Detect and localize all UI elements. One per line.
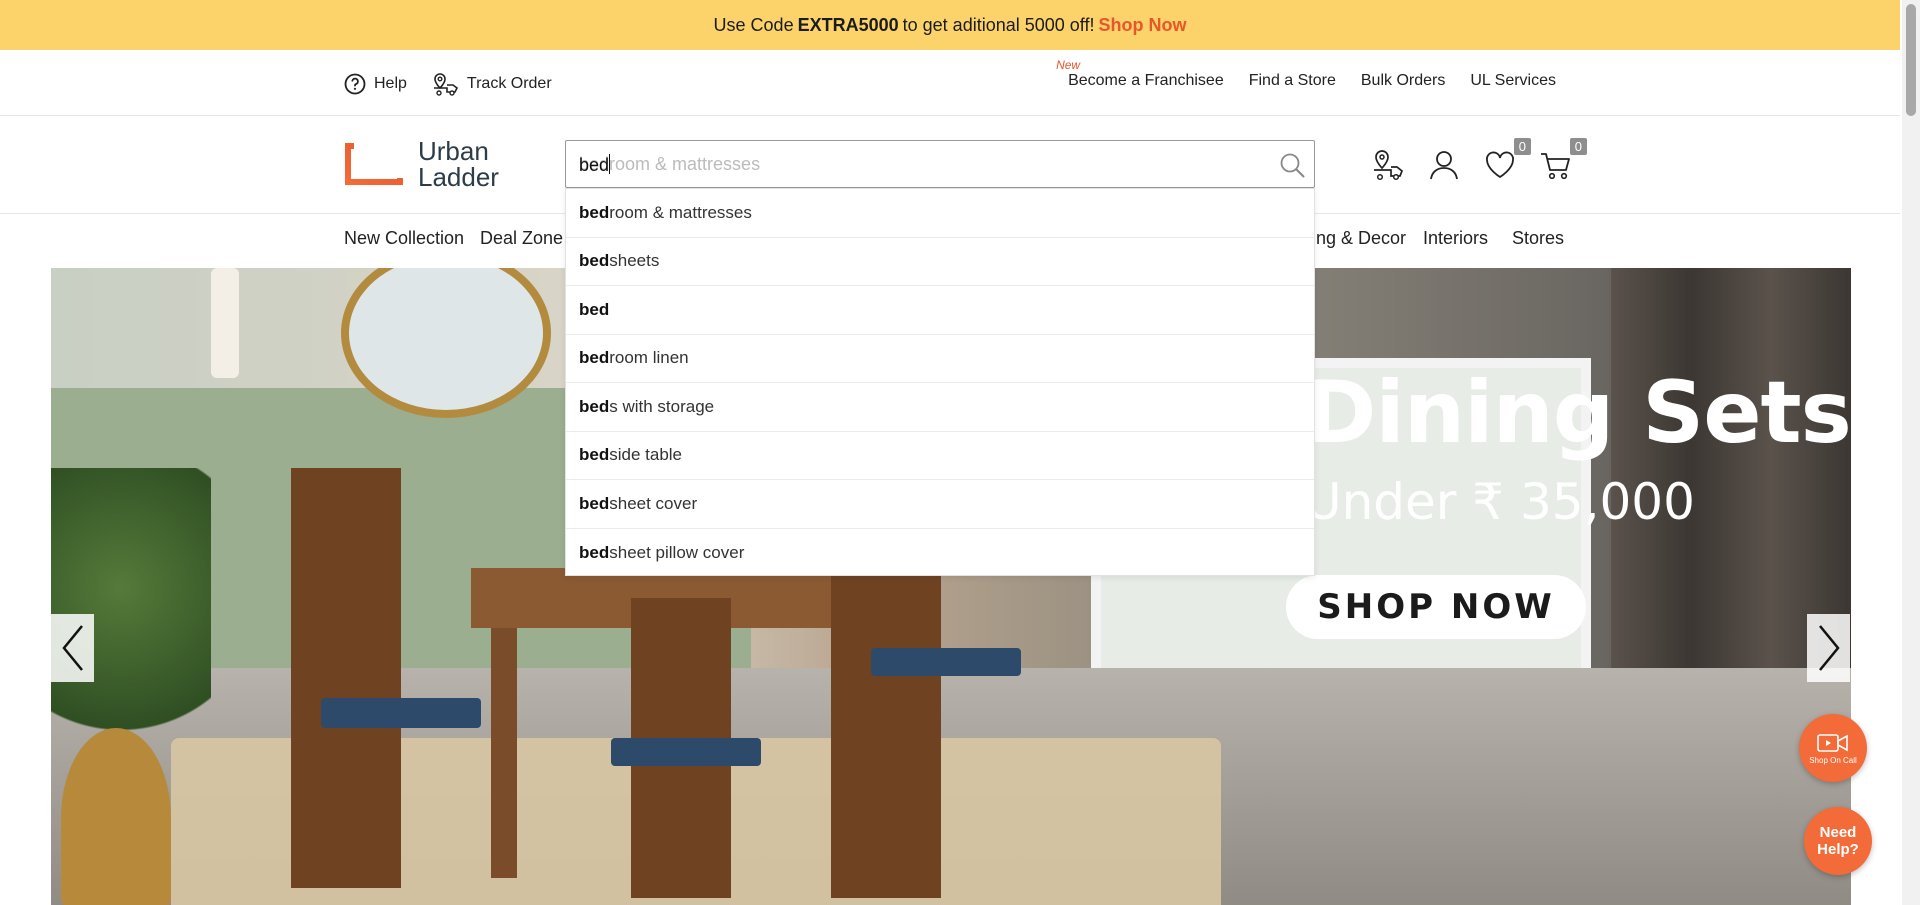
bulk-orders-link[interactable]: Bulk Orders [1361, 72, 1445, 90]
new-badge: New [1056, 58, 1081, 72]
logo-text: Urban Ladder [418, 138, 499, 190]
nav-stores[interactable]: Stores [1512, 228, 1564, 249]
suggestion-rest: room linen [609, 348, 689, 368]
suggestion-match: bed [579, 542, 610, 562]
search-typed-text: bed [579, 155, 610, 175]
search-suggestion[interactable]: bed s with storage [566, 383, 1314, 432]
suggestion-match: bed [579, 445, 610, 465]
cart-icon [1541, 153, 1570, 180]
hero-shop-now-button[interactable]: SHOP NOW [1286, 575, 1586, 639]
store-locator-button[interactable] [1371, 148, 1405, 182]
scrollbar-thumb[interactable] [1906, 4, 1916, 116]
nav-interiors[interactable]: Interiors [1423, 228, 1488, 249]
ul-services-link[interactable]: UL Services [1470, 72, 1556, 90]
promo-prefix: Use Code [713, 14, 794, 35]
suggestion-rest: sheet cover [609, 493, 698, 513]
delivery-location-icon [1374, 150, 1404, 181]
suggestion-match: bed [579, 299, 610, 319]
wishlist-count-badge: 0 [1513, 138, 1531, 155]
suggestion-match: bed [579, 251, 610, 271]
suggestion-match: bed [579, 396, 610, 416]
become-franchisee-label: Become a Franchisee [1068, 72, 1224, 89]
cart-count-badge: 0 [1569, 138, 1587, 155]
track-order-link[interactable]: Track Order [431, 72, 552, 96]
search-suggestion[interactable]: bed room linen [566, 335, 1314, 383]
banner-chair-seat [611, 738, 761, 766]
account-button[interactable] [1427, 148, 1461, 182]
suggestion-match: bed [579, 202, 610, 222]
banner-pot [61, 728, 171, 905]
cart-button[interactable]: 0 [1539, 138, 1587, 182]
utility-right: New Become a Franchisee Find a Store Bul… [1056, 58, 1556, 90]
track-order-icon [433, 73, 458, 96]
logo-line2: Ladder [418, 162, 499, 192]
suggestion-match: bed [579, 493, 610, 513]
nav-deal-zone[interactable]: Deal Zone [480, 228, 563, 249]
promo-code: EXTRA5000 [797, 14, 899, 35]
search-suggestion[interactable]: bed side table [566, 432, 1314, 480]
search-suggestion[interactable]: bed room & mattresses [566, 189, 1314, 238]
suggestion-rest: side table [609, 445, 683, 465]
help-label: Help [374, 75, 407, 92]
need-help-line2: Help? [1817, 841, 1859, 858]
need-help-button[interactable]: Need Help? [1804, 807, 1872, 875]
search-suggestion[interactable]: bed sheets [566, 238, 1314, 286]
heart-icon [1486, 151, 1514, 179]
search-input[interactable]: bedroom & mattresses bed [565, 140, 1315, 188]
shop-on-call-label: Shop On Call [1809, 755, 1857, 765]
banner-table-leg [491, 628, 517, 878]
search-icon[interactable] [1278, 151, 1306, 179]
need-help-text: Need Help? [1817, 824, 1859, 858]
logo-line1: Urban [418, 136, 489, 166]
promo-bar: Use Code EXTRA5000 to get aditional 5000… [0, 0, 1900, 50]
utility-left: Help Track Order [344, 72, 552, 96]
carousel-next-button[interactable] [1807, 614, 1850, 682]
chevron-right-icon [1818, 625, 1840, 671]
banner-chair-seat [321, 698, 481, 728]
help-link[interactable]: Help [344, 72, 407, 96]
suggestion-rest: room & mattresses [609, 202, 752, 222]
hero-headline: Dining Sets [1305, 363, 1851, 463]
banner-wall-lamp [211, 268, 239, 378]
chevron-left-icon [61, 625, 83, 671]
banner-chair [831, 568, 941, 898]
track-order-label: Track Order [466, 75, 552, 92]
search-suggestion[interactable]: bed sheet pillow cover [566, 529, 1314, 578]
video-call-icon [1817, 733, 1848, 752]
wishlist-button[interactable]: 0 [1483, 138, 1531, 182]
shop-on-call-button[interactable]: Shop On Call [1799, 714, 1867, 782]
banner-chair-seat [871, 648, 1021, 676]
become-franchisee-link[interactable]: New Become a Franchisee [1056, 58, 1224, 90]
banner-chair [291, 468, 401, 888]
search-suggestions-dropdown: bed room & mattresses bed sheets bed bed ro… [565, 188, 1315, 576]
urban-ladder-logo[interactable]: Urban Ladder [344, 138, 499, 190]
promo-suffix: to get aditional 5000 off! [902, 14, 1095, 35]
suggestion-rest: s with storage [609, 396, 715, 416]
nav-new-collection[interactable]: New Collection [344, 228, 464, 249]
promo-shop-now-link[interactable]: Shop Now [1098, 15, 1186, 36]
logo-mark-icon [345, 142, 404, 185]
suggestion-match: bed [579, 348, 610, 368]
user-icon [1430, 151, 1458, 180]
need-help-line1: Need [1819, 824, 1857, 841]
search-suggestion[interactable]: bed sheet cover [566, 480, 1314, 529]
hero-subline: Under ₹ 35,000 [1305, 473, 1695, 531]
carousel-prev-button[interactable] [51, 614, 94, 682]
nav-furnishing-decor[interactable]: ing & Decor [1312, 228, 1406, 249]
utility-bar: Help Track Order New Become a Franchisee… [0, 50, 1900, 116]
header-icons: 0 0 [1371, 138, 1587, 182]
find-store-link[interactable]: Find a Store [1249, 72, 1336, 90]
help-icon [344, 73, 366, 95]
search-suggestion[interactable]: bed [566, 286, 1314, 335]
suggestion-rest: sheets [609, 251, 660, 271]
page-scrollbar[interactable] [1902, 0, 1920, 905]
suggestion-rest: sheet pillow cover [609, 542, 745, 562]
